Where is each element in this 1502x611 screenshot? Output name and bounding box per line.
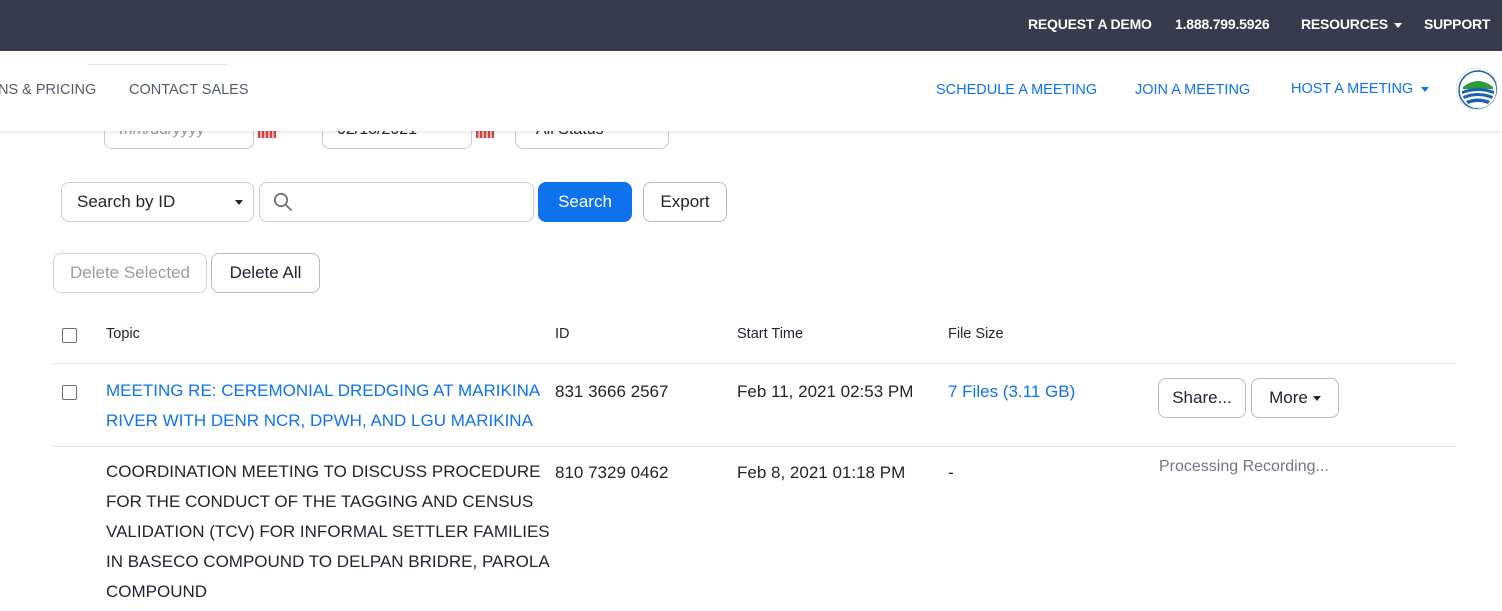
request-demo-link[interactable]: REQUEST A DEMO	[1028, 16, 1152, 32]
column-header-id: ID	[555, 326, 570, 342]
meeting-id: 810 7329 0462	[555, 463, 669, 482]
chevron-down-icon	[1312, 396, 1321, 402]
nav-divider	[88, 64, 228, 65]
more-button[interactable]: More	[1251, 378, 1339, 418]
search-by-select[interactable]: Search by ID	[61, 182, 254, 222]
support-link[interactable]: SUPPORT	[1424, 16, 1490, 32]
join-meeting-link[interactable]: JOIN A MEETING	[1135, 82, 1250, 98]
avatar[interactable]	[1456, 68, 1498, 110]
host-meeting-label: HOST A MEETING	[1291, 81, 1414, 97]
file-size-link[interactable]: 7 Files (3.11 GB)	[948, 382, 1075, 402]
delete-selected-button[interactable]: Delete Selected	[53, 253, 207, 293]
resources-menu[interactable]: RESOURCES	[1301, 16, 1402, 32]
chevron-down-icon	[235, 200, 243, 205]
file-size: -	[948, 463, 954, 482]
schedule-meeting-link[interactable]: SCHEDULE A MEETING	[936, 82, 1097, 98]
start-time: Feb 8, 2021 01:18 PM	[737, 463, 906, 482]
column-header-topic: Topic	[106, 326, 140, 342]
top-utility-bar: REQUEST A DEMO 1.888.799.5926 RESOURCES …	[0, 0, 1502, 51]
share-button[interactable]: Share...	[1158, 378, 1246, 418]
export-button[interactable]: Export	[643, 182, 727, 222]
recording-topic: COORDINATION MEETING TO DISCUSS PROCEDUR…	[106, 462, 550, 601]
start-time: Feb 11, 2021 02:53 PM	[737, 382, 914, 401]
divider	[53, 446, 1457, 447]
resources-label: RESOURCES	[1301, 16, 1388, 32]
search-input[interactable]	[259, 182, 534, 222]
denr-logo-icon	[1457, 69, 1497, 109]
recording-topic-link[interactable]: MEETING RE: CEREMONIAL DREDGING AT MARIK…	[106, 376, 546, 436]
contact-sales-link[interactable]: CONTACT SALES	[129, 82, 249, 98]
more-label: More	[1269, 388, 1308, 407]
row-checkbox[interactable]	[62, 385, 77, 400]
select-all-checkbox[interactable]	[62, 328, 77, 343]
column-header-file-size: File Size	[948, 326, 1004, 342]
chevron-down-icon	[1393, 22, 1402, 28]
plans-pricing-link[interactable]: NS & PRICING	[0, 82, 96, 98]
chevron-down-icon	[1421, 86, 1430, 92]
meeting-id: 831 3666 2567	[555, 382, 669, 401]
phone-number-link[interactable]: 1.888.799.5926	[1175, 16, 1270, 32]
main-nav: NS & PRICING CONTACT SALES SCHEDULE A ME…	[0, 51, 1502, 131]
host-meeting-menu[interactable]: HOST A MEETING	[1291, 81, 1430, 97]
processing-status: Processing Recording...	[1159, 458, 1329, 475]
search-icon	[273, 192, 292, 211]
delete-all-button[interactable]: Delete All	[211, 253, 320, 293]
divider	[53, 363, 1457, 364]
search-button[interactable]: Search	[538, 182, 632, 222]
search-by-label: Search by ID	[77, 192, 176, 211]
column-header-start-time: Start Time	[737, 326, 804, 342]
